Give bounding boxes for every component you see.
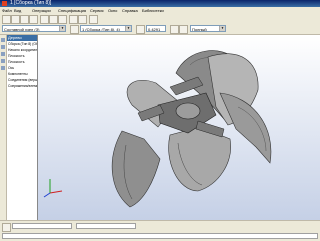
menu-help[interactable]: Справка [122, 7, 138, 14]
print-icon[interactable] [29, 15, 38, 24]
zoom-field[interactable]: 0.4291 [146, 25, 166, 32]
window-title: 1 [Сборка (Тип 8)] [10, 0, 52, 6]
grab-assembly-model [111, 50, 272, 208]
open-icon[interactable] [11, 15, 20, 24]
chevron-down-icon: ▼ [59, 26, 65, 31]
redo-icon[interactable] [78, 15, 87, 24]
property-row [0, 222, 320, 232]
chevron-down-icon: ▼ [219, 26, 225, 31]
assembly-combo[interactable]: 1 (Сборка (Тип 8), 4) ▼ [80, 25, 132, 32]
cut-icon[interactable] [40, 15, 49, 24]
property-bar [0, 220, 320, 241]
menu-bar: Файл Вид Операции Спецификация Сервис Ок… [0, 7, 320, 14]
copy-icon[interactable] [49, 15, 58, 24]
menu-specification[interactable]: Спецификация [58, 7, 86, 14]
property-field[interactable] [12, 223, 72, 229]
rotate-icon[interactable] [170, 25, 179, 34]
menu-operations[interactable]: Операции [32, 7, 51, 14]
title-bar: 1 [Сборка (Тип 8)] [0, 0, 320, 7]
save-icon[interactable] [20, 15, 29, 24]
tool-icon[interactable] [1, 59, 5, 63]
new-file-icon[interactable] [2, 15, 11, 24]
undo-icon[interactable] [69, 15, 78, 24]
tool-icon[interactable] [1, 45, 5, 49]
zoom-icon[interactable] [136, 25, 145, 34]
menu-service[interactable]: Сервис [90, 7, 104, 14]
menu-view[interactable]: Вид [14, 7, 21, 14]
axis-triad-icon [43, 179, 63, 198]
assembly-combo-value: 1 (Сборка (Тип 8), 4) [82, 27, 120, 32]
view-toolbar: Составной узел (З) ▼ 1 (Сборка (Тип 8), … [0, 24, 320, 35]
menu-libraries[interactable]: Библиотеки [142, 7, 164, 14]
chevron-down-icon: ▼ [125, 26, 131, 31]
display-mode-value: Полный [192, 27, 207, 32]
tree-item[interactable]: Сопряжения/элементы [7, 83, 37, 89]
tool-icon[interactable] [1, 38, 5, 42]
tool-icon[interactable] [1, 52, 5, 56]
zoom-value: 0.4291 [148, 27, 161, 32]
status-bar [2, 233, 318, 239]
app-icon [2, 1, 7, 6]
pan-icon[interactable] [179, 25, 188, 34]
property-field[interactable] [76, 223, 136, 229]
tool-icon[interactable] [1, 66, 5, 70]
view-combo-value: Составной узел (З) [4, 27, 40, 32]
layers-icon[interactable] [70, 25, 79, 34]
model-tree-panel: Дерево Сборка (Тип 8) (Оборотно Начало к… [7, 35, 38, 220]
view-combo[interactable]: Составной узел (З) ▼ [2, 25, 66, 32]
3d-viewport[interactable] [38, 35, 320, 220]
left-tool-strip [0, 35, 7, 220]
paste-icon[interactable] [58, 15, 67, 24]
help-icon[interactable] [89, 15, 98, 24]
menu-file[interactable]: Файл [2, 7, 12, 14]
display-mode-combo[interactable]: Полный ▼ [190, 25, 226, 32]
menu-window[interactable]: Окно [108, 7, 117, 14]
stop-icon[interactable] [2, 223, 11, 232]
